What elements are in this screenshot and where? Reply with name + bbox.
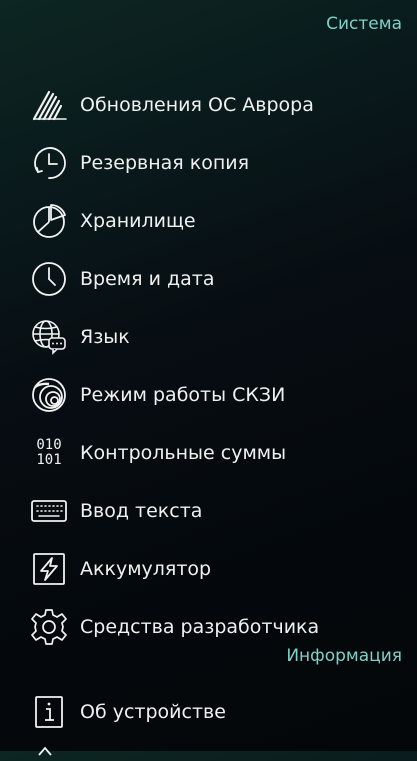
binary-icon-line-2: 101 xyxy=(36,452,62,468)
keyboard-icon xyxy=(27,489,71,533)
menu-item-backup[interactable]: Резервная копия xyxy=(0,134,417,192)
menu-item-storage[interactable]: Хранилище xyxy=(0,192,417,250)
backup-clock-icon xyxy=(27,141,71,185)
aurora-updates-icon xyxy=(27,83,71,127)
menu-item-label: Обновления ОС Аврора xyxy=(80,94,314,116)
menu-item-aurora-updates[interactable]: Обновления ОС Аврора xyxy=(0,76,417,134)
menu-item-crypto-mode[interactable]: Режим работы СКЗИ xyxy=(0,366,417,424)
menu-item-label: Резервная копия xyxy=(80,152,250,174)
battery-bolt-icon xyxy=(27,547,71,591)
settings-page: Система Обновления ОС Аврора Резервная к… xyxy=(0,0,417,756)
menu-item-label: Язык xyxy=(80,326,130,348)
globe-chat-icon xyxy=(27,315,71,359)
menu-item-about-device[interactable]: Об устройстве xyxy=(0,683,417,741)
storage-pie-icon xyxy=(27,199,71,243)
menu-item-time-date[interactable]: Время и дата xyxy=(0,250,417,308)
menu-item-label: Об устройстве xyxy=(80,701,226,723)
menu-item-label: Режим работы СКЗИ xyxy=(80,384,286,406)
binary-checksum-icon: 010 101 xyxy=(27,431,71,475)
crypto-swirl-icon xyxy=(27,373,71,417)
next-item-partial-icon xyxy=(36,742,54,756)
section-header-system: Система xyxy=(326,14,402,34)
section-header-info: Информация xyxy=(286,646,402,666)
menu-item-label: Ввод текста xyxy=(80,500,203,522)
menu-item-checksums[interactable]: 010 101 Контрольные суммы xyxy=(0,424,417,482)
menu-item-label: Аккумулятор xyxy=(80,558,212,580)
info-icon xyxy=(27,690,71,734)
menu-item-language[interactable]: Язык xyxy=(0,308,417,366)
menu-item-battery[interactable]: Аккумулятор xyxy=(0,540,417,598)
menu-item-text-input[interactable]: Ввод текста xyxy=(0,482,417,540)
menu-item-label: Хранилище xyxy=(80,210,196,232)
gear-icon xyxy=(27,605,71,649)
menu-item-label: Средства разработчика xyxy=(80,616,320,638)
menu-item-label: Контрольные суммы xyxy=(80,442,287,464)
binary-icon-line-1: 010 xyxy=(36,437,62,453)
clock-icon xyxy=(27,257,71,301)
menu-item-label: Время и дата xyxy=(80,268,215,290)
